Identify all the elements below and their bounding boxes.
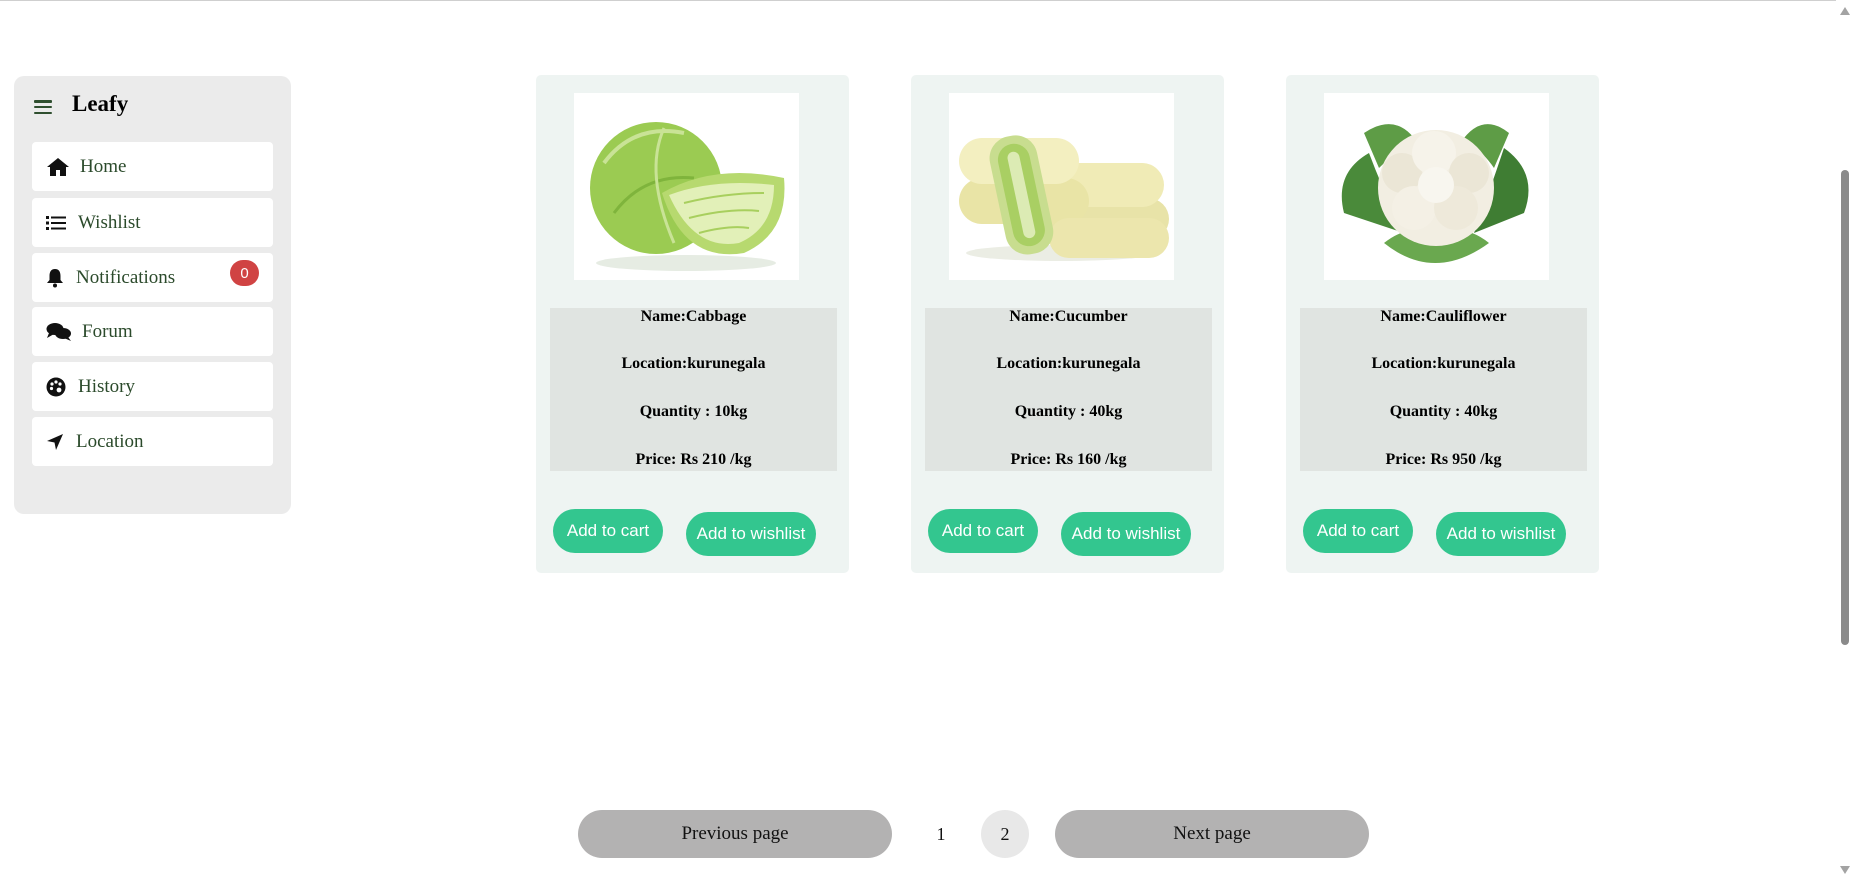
product-price: Price: Rs 950 /kg <box>1385 451 1502 468</box>
scroll-down-icon[interactable] <box>1840 866 1850 874</box>
product-name: Name:Cucumber <box>1009 308 1128 325</box>
sidebar-item-location[interactable]: Location <box>32 417 273 466</box>
product-quantity: Quantity : 40kg <box>1389 403 1498 420</box>
list-icon <box>46 215 72 231</box>
sidebar-item-label: Home <box>80 155 127 177</box>
sidebar-header: Leafy <box>34 88 128 120</box>
product-details: Name:Cauliflower Location:kurunegala Qua… <box>1300 308 1587 471</box>
brand-title: Leafy <box>72 91 129 116</box>
add-to-cart-button[interactable]: Add to cart <box>553 509 663 553</box>
sidebar: Leafy Home Wishlist Notifications 0 Foru… <box>14 76 291 514</box>
home-icon <box>46 157 72 177</box>
sidebar-item-label: Notifications <box>76 266 176 288</box>
bell-icon <box>46 268 72 288</box>
page-2-button[interactable]: 2 <box>981 810 1029 858</box>
product-price: Price: Rs 160 /kg <box>1010 451 1127 468</box>
sidebar-item-wishlist[interactable]: Wishlist <box>32 198 273 247</box>
scrollbar-thumb[interactable] <box>1841 170 1849 645</box>
previous-page-button[interactable]: Previous page <box>578 810 892 858</box>
window-top-border <box>0 0 1853 1</box>
product-name: Name:Cabbage <box>640 308 747 325</box>
add-to-cart-button[interactable]: Add to cart <box>928 509 1038 553</box>
sidebar-item-label: Location <box>76 430 144 452</box>
menu-icon[interactable] <box>34 100 52 114</box>
product-location: Location:kurunegala <box>621 355 766 372</box>
sidebar-item-notifications[interactable]: Notifications 0 <box>32 253 273 302</box>
add-to-wishlist-button[interactable]: Add to wishlist <box>1436 512 1566 556</box>
sidebar-item-label: History <box>78 375 135 397</box>
product-card: Name:Cabbage Location:kurunegala Quantit… <box>536 75 849 573</box>
product-quantity: Quantity : 40kg <box>1014 403 1123 420</box>
product-name: Name:Cauliflower <box>1380 308 1507 325</box>
sidebar-item-label: Wishlist <box>78 211 141 233</box>
notification-count-badge: 0 <box>230 260 259 286</box>
add-to-wishlist-button[interactable]: Add to wishlist <box>1061 512 1191 556</box>
location-arrow-icon <box>46 433 72 451</box>
product-details: Name:Cabbage Location:kurunegala Quantit… <box>550 308 837 471</box>
sidebar-item-home[interactable]: Home <box>32 142 273 191</box>
sidebar-item-history[interactable]: History <box>32 362 273 411</box>
next-page-button[interactable]: Next page <box>1055 810 1369 858</box>
cauliflower-image[interactable] <box>1324 93 1549 280</box>
product-details: Name:Cucumber Location:kurunegala Quanti… <box>925 308 1212 471</box>
palette-icon <box>46 377 72 397</box>
vertical-scrollbar[interactable] <box>1836 0 1853 878</box>
sidebar-item-label: Forum <box>82 320 133 342</box>
product-quantity: Quantity : 10kg <box>639 403 748 420</box>
add-to-wishlist-button[interactable]: Add to wishlist <box>686 512 816 556</box>
comments-icon <box>46 322 72 342</box>
page-1-button[interactable]: 1 <box>917 810 965 858</box>
cabbage-image[interactable] <box>574 93 799 280</box>
sidebar-item-forum[interactable]: Forum <box>32 307 273 356</box>
scroll-up-icon[interactable] <box>1840 7 1850 15</box>
cucumber-image[interactable] <box>949 93 1174 280</box>
product-location: Location:kurunegala <box>996 355 1141 372</box>
add-to-cart-button[interactable]: Add to cart <box>1303 509 1413 553</box>
product-card: Name:Cauliflower Location:kurunegala Qua… <box>1286 75 1599 573</box>
product-location: Location:kurunegala <box>1371 355 1516 372</box>
product-price: Price: Rs 210 /kg <box>635 451 752 468</box>
product-card: Name:Cucumber Location:kurunegala Quanti… <box>911 75 1224 573</box>
